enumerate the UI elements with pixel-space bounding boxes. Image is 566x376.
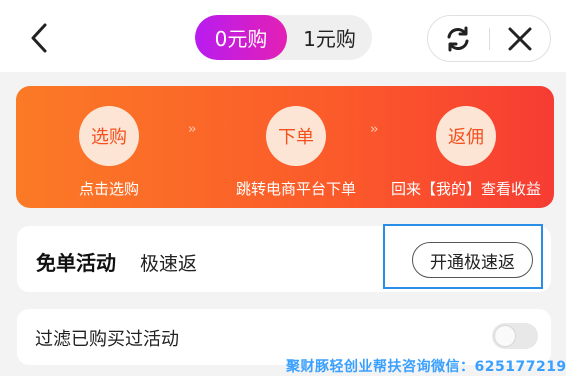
step-select-circle: 选购 xyxy=(79,106,139,166)
process-banner: 选购 点击选购 ›› 下单 跳转电商平台下单 ›› 返佣 回来【我的】查看收益 xyxy=(16,86,554,208)
refresh-icon xyxy=(447,26,469,51)
step-rebate-caption: 回来【我的】查看收益 xyxy=(390,180,541,198)
step-select-caption: 点击选购 xyxy=(78,180,139,198)
back-button[interactable] xyxy=(22,18,56,58)
activity-subtitle: 极速返 xyxy=(140,253,198,275)
step-select: 选购 点击选购 xyxy=(64,86,154,199)
step-arrow: ›› xyxy=(188,122,197,137)
step-order-caption: 跳转电商平台下单 xyxy=(235,180,356,198)
close-icon xyxy=(508,27,532,50)
step-rebate: 返佣 回来【我的】查看收益 xyxy=(386,86,546,199)
open-fast-rebate-button[interactable]: 开通极速返 xyxy=(412,242,533,278)
step-order-circle: 下单 xyxy=(266,106,326,166)
toggle-knob xyxy=(495,326,515,346)
step-arrow: ›› xyxy=(370,122,379,137)
watermark-text: 聚财豚轻创业帮扶咨询微信：625177219 xyxy=(286,359,566,375)
step-rebate-circle: 返佣 xyxy=(436,106,496,166)
activity-title: 免单活动 xyxy=(36,251,116,275)
capsule-menu xyxy=(427,15,551,62)
top-bar: 0元购 1元购 xyxy=(0,0,566,72)
close-button[interactable] xyxy=(489,16,550,61)
filter-toggle[interactable] xyxy=(492,323,538,349)
tab-zero-yuan[interactable]: 0元购 xyxy=(195,15,287,60)
tab-one-yuan[interactable]: 1元购 xyxy=(287,15,372,60)
step-order: 下单 跳转电商平台下单 xyxy=(206,86,386,199)
chevron-left-icon xyxy=(31,23,47,53)
refresh-button[interactable] xyxy=(428,16,489,61)
filter-label: 过滤已购买过活动 xyxy=(35,329,179,350)
purchase-mode-switch: 0元购 1元购 xyxy=(195,15,372,60)
